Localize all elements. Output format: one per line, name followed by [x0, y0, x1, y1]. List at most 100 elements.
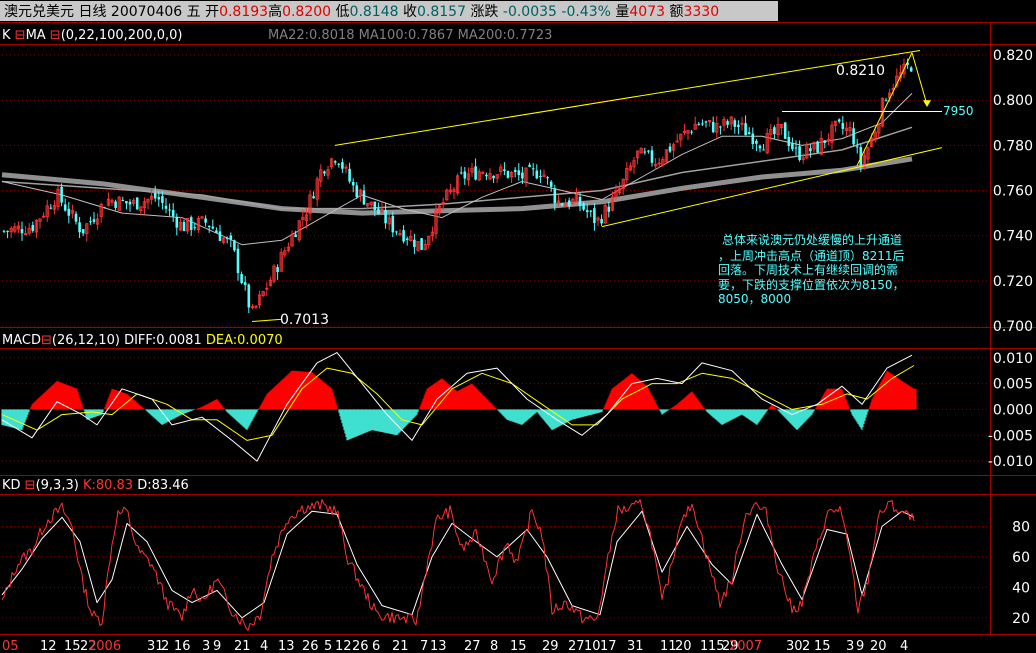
candle-body — [593, 208, 596, 224]
candle-body — [474, 166, 477, 180]
x-tick-label: 20 — [870, 639, 887, 653]
candle-body — [276, 267, 279, 273]
x-tick-label: 21 — [234, 639, 251, 653]
candle-body — [589, 210, 593, 212]
candle-body — [351, 181, 355, 186]
x-tick-label: 10 — [584, 639, 601, 653]
x-tick-label: 8 — [490, 639, 498, 653]
x-tick-label: 20 — [675, 639, 692, 653]
candle-body — [647, 150, 650, 152]
header-change-label: 涨跌 — [470, 4, 498, 20]
header-open: 0.8193 — [219, 4, 268, 20]
candle-body — [92, 219, 96, 222]
candle-body — [60, 186, 63, 203]
header-open-label: 开 — [205, 4, 219, 20]
x-tick-label: 05 — [2, 639, 19, 653]
candle-body — [341, 162, 344, 169]
candle-body — [74, 213, 78, 222]
candle-body — [762, 149, 765, 151]
candle-body — [567, 200, 571, 207]
x-tick-label: 17 — [600, 639, 617, 653]
candle-body — [395, 231, 398, 233]
ma200-value: MA200:0.7723 — [458, 28, 553, 43]
y-tick-label: -0.005 — [988, 428, 1033, 444]
candle-body — [121, 199, 125, 201]
candle-body — [855, 146, 859, 148]
y-tick-label: 0.740 — [993, 229, 1033, 245]
candle-body — [128, 201, 132, 205]
candle-body — [161, 196, 164, 203]
candle-body — [884, 100, 888, 102]
candle-body — [751, 133, 755, 144]
y-tick-label: 0.800 — [993, 93, 1033, 109]
candle-body — [600, 219, 603, 224]
candle-body — [794, 147, 798, 149]
x-tick-label: 15 — [814, 639, 831, 653]
x-tick-label: 5 — [324, 639, 332, 653]
candle-body — [218, 231, 222, 241]
x-tick-label: 2 — [802, 639, 810, 653]
candle-body — [539, 175, 542, 177]
candle-body — [405, 238, 409, 240]
candle — [261, 290, 265, 297]
x-tick-label: 3 — [846, 639, 854, 653]
candle-body — [755, 140, 758, 144]
candle-body — [783, 122, 787, 139]
header-amount: 3330 — [683, 4, 719, 20]
comment-line: 要，下跌的支撑位置依次为8150， — [718, 277, 905, 292]
candle-body — [168, 209, 171, 211]
candle-body — [553, 188, 557, 204]
candle-body — [513, 169, 517, 173]
candle-body — [791, 143, 794, 150]
candle — [135, 196, 139, 210]
y-tick-label: 20 — [1012, 611, 1030, 627]
x-tick-label: 21 — [392, 639, 409, 653]
x-tick-label: 15 — [64, 639, 81, 653]
header-volume: 4073 — [629, 4, 665, 20]
candle-body — [560, 203, 564, 206]
candle — [272, 264, 276, 284]
x-tick-label: 30 — [786, 639, 803, 653]
candle-body — [182, 222, 186, 232]
candle — [117, 195, 121, 211]
candle-body — [531, 168, 535, 170]
candle-body — [841, 123, 845, 129]
candle-body — [78, 222, 81, 233]
candle — [455, 173, 460, 196]
header-high: 0.8200 — [282, 4, 331, 20]
x-tick-label: 3 — [202, 639, 210, 653]
y-tick-label: 0.005 — [993, 377, 1033, 393]
candle-body — [2, 230, 6, 232]
candle-body — [535, 170, 539, 179]
forex-daily-chart[interactable]: 澳元兑美元 日线 20070406 五 开0.8193高0.8200 低0.81… — [0, 0, 1036, 653]
candle-body — [6, 230, 9, 232]
candle-body — [337, 163, 341, 165]
y-tick-label: 0.780 — [993, 138, 1033, 154]
candle-body — [773, 127, 776, 135]
candle-body — [582, 203, 585, 210]
candle-body — [549, 181, 553, 187]
candle-body — [578, 196, 582, 207]
x-tick-label: 31 — [627, 639, 644, 653]
kline-panel-legend: K ⊟MA ⊟(0,22,100,200,0,0) — [2, 28, 183, 43]
candle-body — [229, 235, 233, 240]
candle-body — [333, 161, 337, 163]
header-change: -0.0035 — [503, 4, 557, 20]
candle-body — [668, 146, 672, 152]
candle — [664, 149, 669, 164]
x-tick-label: 2007 — [729, 639, 762, 653]
candle — [603, 202, 607, 225]
candle — [445, 188, 449, 202]
candle-body — [377, 208, 380, 214]
candle-body — [135, 197, 139, 210]
candle-body — [207, 225, 211, 227]
candle-body — [373, 201, 377, 211]
y-tick-label: -0.010 — [988, 454, 1033, 470]
macd-diff-value: DIFF:0.0081 — [124, 333, 202, 348]
candle-body — [517, 170, 521, 176]
candle-body — [711, 122, 715, 133]
candle-body — [164, 205, 168, 209]
candle — [416, 241, 420, 252]
macd-dea-value: DEA:0.0070 — [206, 333, 283, 348]
header-close: 0.8157 — [417, 4, 466, 20]
